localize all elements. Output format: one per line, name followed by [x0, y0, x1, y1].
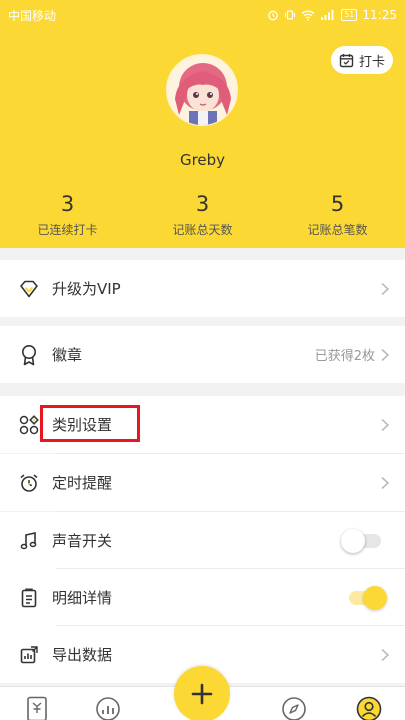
wifi-status-icon: [301, 10, 315, 21]
stats-row: 3 已连续打卡 3 记账总天数 5 记账总笔数: [0, 190, 405, 238]
bill-icon[interactable]: [25, 696, 51, 720]
diamond-icon: [18, 278, 40, 300]
sound-label: 声音开关: [52, 532, 113, 550]
battery-indicator: 51: [341, 9, 358, 21]
calendar-check-icon: [339, 53, 354, 67]
reminder-row[interactable]: 定时提醒: [0, 454, 405, 511]
profile-icon[interactable]: [356, 696, 382, 720]
signal-status-icon: [321, 10, 334, 20]
stat-value: 3: [60, 192, 75, 216]
clock: 11:25: [362, 8, 397, 22]
stat-value: 5: [330, 192, 345, 216]
alarm-status-icon: [268, 10, 279, 21]
medal-icon: [18, 344, 40, 366]
toggle-knob: [341, 528, 365, 553]
chevron-right-icon: [381, 418, 390, 431]
chevron-right-icon: [381, 476, 390, 489]
chevron-right-icon: [381, 648, 390, 661]
highlight-box: [40, 405, 140, 442]
export-label: 导出数据: [52, 646, 113, 664]
stat-label: 记账总笔数: [307, 223, 368, 237]
stat-consecutive-checkin: 3 已连续打卡: [0, 190, 135, 238]
username: Greby: [179, 151, 226, 169]
vip-row[interactable]: 升级为VIP: [0, 260, 405, 317]
chart-icon[interactable]: [95, 696, 121, 720]
vip-label: 升级为VIP: [52, 280, 121, 298]
add-record-button[interactable]: [174, 666, 230, 720]
toggle-knob: [363, 585, 387, 610]
stat-total-records: 5 记账总笔数: [270, 190, 405, 238]
reminder-label: 定时提醒: [52, 474, 113, 492]
stat-label: 已连续打卡: [37, 223, 98, 237]
status-bar: 中国移动 51 11:25: [0, 0, 405, 30]
badges-count: 已获得2枚: [314, 349, 375, 364]
profile-header: 打卡 Greby 3 已连续打卡 3 记账总天数 5 记账总笔数: [0, 30, 405, 248]
badges-label: 徽章: [52, 346, 83, 364]
avatar[interactable]: [166, 54, 238, 126]
carrier-label: 中国移动: [8, 8, 57, 23]
vibrate-status-icon: [285, 10, 296, 20]
detail-row: 明细详情: [0, 569, 405, 626]
category-grid-icon: [18, 414, 40, 436]
checkin-button[interactable]: 打卡: [331, 46, 393, 74]
checkin-label: 打卡: [358, 54, 385, 70]
stat-total-days: 3 记账总天数: [135, 190, 270, 238]
clipboard-list-icon: [18, 587, 40, 609]
chevron-right-icon: [381, 282, 390, 295]
stat-label: 记账总天数: [172, 223, 233, 237]
badges-row[interactable]: 徽章 已获得2枚: [0, 326, 405, 383]
chevron-right-icon: [381, 348, 390, 361]
stat-value: 3: [195, 192, 210, 216]
detail-label: 明细详情: [52, 589, 113, 607]
export-chart-icon: [18, 644, 40, 666]
music-note-icon: [18, 530, 40, 552]
detail-toggle[interactable]: [349, 585, 387, 610]
discover-icon[interactable]: [281, 696, 307, 720]
status-icons: 51 11:25: [267, 8, 397, 22]
plus-icon: [191, 683, 213, 705]
sound-toggle[interactable]: [341, 528, 381, 553]
avatar-illustration: [167, 55, 237, 125]
alarm-clock-icon: [18, 472, 40, 494]
sound-row: 声音开关: [0, 512, 405, 569]
